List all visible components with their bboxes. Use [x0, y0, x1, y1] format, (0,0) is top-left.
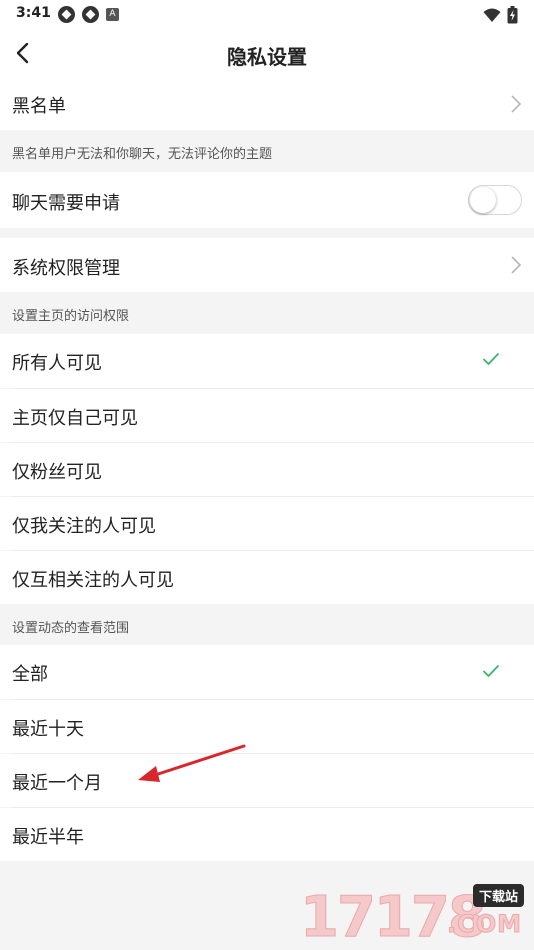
wifi-icon [483, 8, 501, 22]
toggle-knob [470, 187, 496, 213]
feed-scope-title: 设置动态的查看范围 [12, 621, 130, 636]
feed-option-label: 最近十天 [12, 719, 84, 740]
homepage-option-label: 主页仅自己可见 [12, 408, 138, 429]
homepage-option-label: 仅互相关注的人可见 [12, 570, 174, 591]
a-badge-icon: A [106, 8, 119, 21]
annotation-arrow-icon [138, 744, 246, 782]
system-icons [483, 6, 518, 24]
chat-request-label: 聊天需要申请 [12, 193, 120, 214]
feed-option-label: 最近半年 [12, 827, 84, 848]
site-watermark: 17178 下载站 .COM [300, 884, 528, 948]
homepage-option-label: 仅我关注的人可见 [12, 516, 156, 537]
homepage-option-row[interactable]: 仅我关注的人可见 [0, 497, 534, 550]
homepage-option-row[interactable]: 主页仅自己可见 [0, 389, 534, 442]
status-time: 3:41 [16, 5, 51, 21]
feed-option-label: 最近一个月 [12, 773, 102, 794]
app-notification-icon [58, 6, 75, 23]
status-bar: 3:41 A [0, 0, 534, 30]
blacklist-note: 黑名单用户无法和你聊天，无法评论你的主题 [12, 147, 273, 162]
chevron-right-icon [511, 256, 522, 274]
chat-request-row: 聊天需要申请 [0, 172, 534, 228]
homepage-option-label: 所有人可见 [12, 353, 102, 374]
app-notification-icon [82, 6, 99, 23]
homepage-option-row[interactable]: 所有人可见 [0, 334, 534, 388]
feed-option-label: 全部 [12, 664, 48, 685]
system-permissions-label: 系统权限管理 [12, 258, 120, 279]
feed-option-row[interactable]: 最近一个月 [0, 754, 534, 807]
homepage-option-row[interactable]: 仅互相关注的人可见 [0, 551, 534, 604]
chat-request-toggle[interactable] [468, 185, 522, 215]
watermark-badge: 下载站 [472, 884, 524, 907]
checkmark-icon [482, 664, 500, 678]
feed-option-row[interactable]: 最近半年 [0, 808, 534, 861]
blacklist-row[interactable]: 黑名单 [0, 78, 534, 130]
blacklist-label: 黑名单 [12, 96, 66, 117]
feed-option-row[interactable]: 最近十天 [0, 700, 534, 753]
watermark-domain: .COM [446, 910, 522, 939]
notification-icons: A [58, 6, 119, 23]
homepage-option-label: 仅粉丝可见 [12, 462, 102, 483]
chevron-right-icon [511, 95, 522, 113]
system-permissions-row[interactable]: 系统权限管理 [0, 238, 534, 292]
battery-icon [507, 6, 518, 24]
checkmark-icon [482, 352, 500, 366]
homepage-option-row[interactable]: 仅粉丝可见 [0, 443, 534, 496]
homepage-access-title: 设置主页的访问权限 [12, 309, 130, 324]
feed-option-row[interactable]: 全部 [0, 645, 534, 699]
app-header: 隐私设置 [0, 30, 534, 78]
page-title: 隐私设置 [227, 45, 307, 69]
